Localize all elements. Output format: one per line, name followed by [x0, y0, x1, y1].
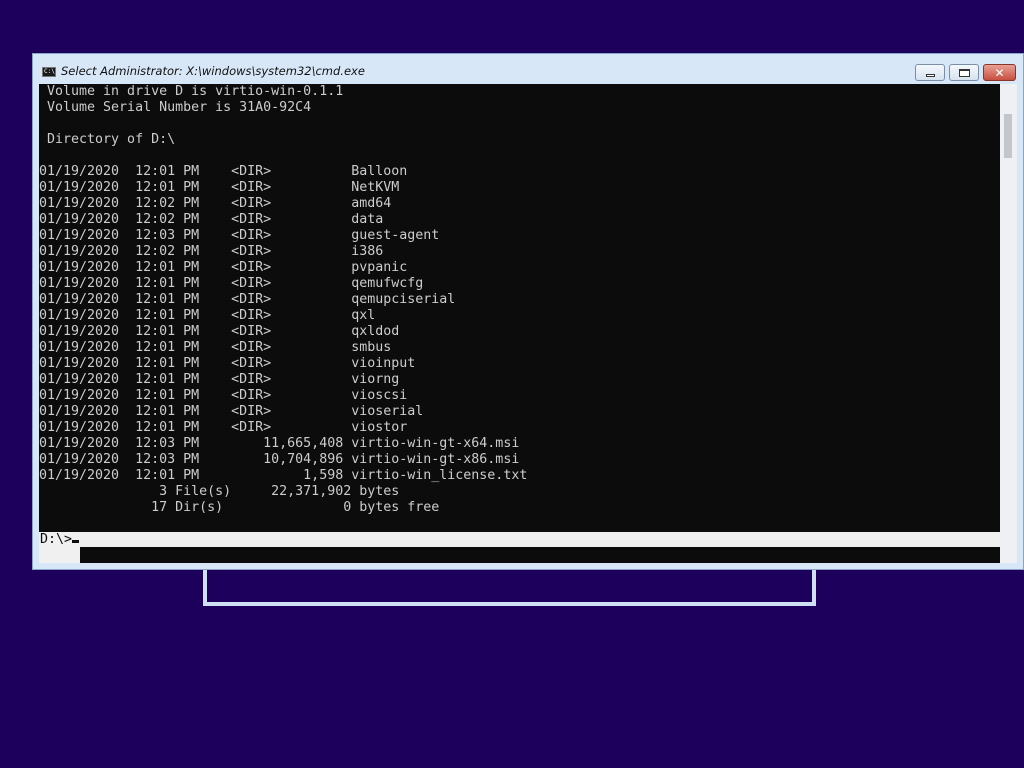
- console-line: 01/19/2020 12:01 PM <DIR> vioinput: [39, 356, 416, 371]
- console-line: Volume Serial Number is 31A0-92C4: [39, 100, 312, 115]
- text-cursor: [72, 540, 79, 543]
- console-line: 01/19/2020 12:01 PM <DIR> smbus: [39, 340, 392, 355]
- console-line: 01/19/2020 12:01 PM <DIR> qxl: [39, 308, 376, 323]
- selection-highlight: [39, 532, 1000, 547]
- console-line: 01/19/2020 12:03 PM 10,704,896 virtio-wi…: [39, 452, 520, 467]
- console-line: 17 Dir(s) 0 bytes free: [39, 500, 440, 515]
- console-line: 01/19/2020 12:02 PM <DIR> i386: [39, 244, 384, 259]
- minimize-button[interactable]: [915, 64, 945, 81]
- restore-button[interactable]: [949, 64, 979, 81]
- vertical-scrollbar[interactable]: [1000, 84, 1017, 563]
- console-output[interactable]: Volume in drive D is virtio-win-0.1.1 Vo…: [39, 84, 1000, 563]
- restore-icon: [958, 68, 970, 77]
- command-prompt[interactable]: D:\>: [40, 532, 72, 548]
- close-icon: ✕: [994, 65, 1005, 80]
- console-line: 01/19/2020 12:01 PM <DIR> Balloon: [39, 164, 408, 179]
- minimize-icon: [925, 74, 935, 77]
- console-line: Directory of D:\: [39, 132, 176, 147]
- cmd-window[interactable]: C:\ Select Administrator: X:\windows\sys…: [32, 53, 1024, 570]
- console-line: 01/19/2020 12:01 PM <DIR> qemupciserial: [39, 292, 456, 307]
- console-blank-line: [80, 547, 1000, 563]
- console-line: 01/19/2020 12:01 PM <DIR> qxldod: [39, 324, 400, 339]
- console-line: 01/19/2020 12:01 PM 1,598 virtio-win_lic…: [39, 468, 528, 483]
- console-line: 01/19/2020 12:01 PM <DIR> viorng: [39, 372, 400, 387]
- window-title: Select Administrator: X:\windows\system3…: [61, 64, 365, 78]
- close-button[interactable]: ✕: [983, 64, 1016, 81]
- console-line: 01/19/2020 12:01 PM <DIR> vioscsi: [39, 388, 408, 403]
- console-line: 01/19/2020 12:01 PM <DIR> viostor: [39, 420, 408, 435]
- selection-highlight-tail: [39, 547, 80, 563]
- console-line: Volume in drive D is virtio-win-0.1.1: [39, 84, 344, 99]
- console-line: 01/19/2020 12:02 PM <DIR> amd64: [39, 196, 392, 211]
- console-line: 3 File(s) 22,371,902 bytes: [39, 484, 400, 499]
- console-line: 01/19/2020 12:03 PM 11,665,408 virtio-wi…: [39, 436, 520, 451]
- cmd-icon[interactable]: C:\: [42, 67, 56, 77]
- console-line: 01/19/2020 12:01 PM <DIR> pvpanic: [39, 260, 408, 275]
- console-line: 01/19/2020 12:03 PM <DIR> guest-agent: [39, 228, 440, 243]
- console-line: 01/19/2020 12:01 PM <DIR> vioserial: [39, 404, 424, 419]
- console-line: 01/19/2020 12:02 PM <DIR> data: [39, 212, 384, 227]
- console-line: 01/19/2020 12:01 PM <DIR> qemufwcfg: [39, 276, 424, 291]
- console-line: 01/19/2020 12:01 PM <DIR> NetKVM: [39, 180, 400, 195]
- scrollbar-thumb[interactable]: [1004, 114, 1012, 158]
- title-bar[interactable]: C:\ Select Administrator: X:\windows\sys…: [33, 54, 1023, 85]
